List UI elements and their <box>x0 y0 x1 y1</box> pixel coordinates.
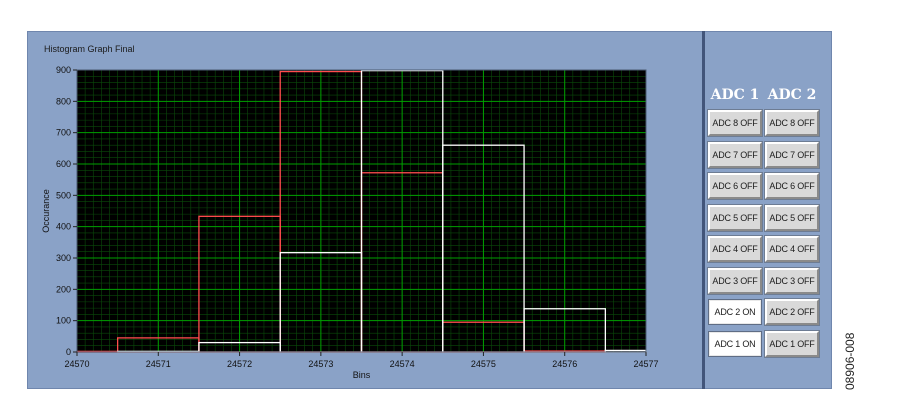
x-tick-label: 24571 <box>146 359 171 369</box>
y-tick-label: 300 <box>56 253 71 263</box>
adc2-toggle-5[interactable]: ADC 5 OFF <box>765 205 819 231</box>
y-tick-label: 200 <box>56 284 71 294</box>
y-tick-label: 900 <box>56 65 71 75</box>
x-tick-label: 24570 <box>64 359 89 369</box>
adc1-toggle-2[interactable]: ADC 2 ON <box>708 299 762 325</box>
x-tick-label: 24572 <box>227 359 252 369</box>
y-tick-label: 500 <box>56 190 71 200</box>
y-tick-label: 600 <box>56 159 71 169</box>
y-tick-label: 700 <box>56 128 71 138</box>
y-axis-label: Occurance <box>41 189 51 233</box>
adc1-header: ADC 1 <box>710 87 760 103</box>
x-tick-label: 24577 <box>633 359 658 369</box>
figure-code: 08906-008 <box>843 332 857 390</box>
adc2-toggle-8[interactable]: ADC 8 OFF <box>765 110 819 136</box>
x-tick-label: 24574 <box>390 359 415 369</box>
adc2-toggle-1[interactable]: ADC 1 OFF <box>765 331 819 357</box>
adc2-toggle-4[interactable]: ADC 4 OFF <box>765 236 819 262</box>
adc2-header: ADC 2 <box>767 87 817 103</box>
adc1-toggle-6[interactable]: ADC 6 OFF <box>708 173 762 199</box>
adc2-toggle-6[interactable]: ADC 6 OFF <box>765 173 819 199</box>
adc2-toggle-2[interactable]: ADC 2 OFF <box>765 299 819 325</box>
adc1-toggle-5[interactable]: ADC 5 OFF <box>708 205 762 231</box>
adc1-toggle-7[interactable]: ADC 7 OFF <box>708 142 762 168</box>
x-tick-label: 24575 <box>471 359 496 369</box>
y-tick-label: 400 <box>56 222 71 232</box>
adc1-toggle-4[interactable]: ADC 4 OFF <box>708 236 762 262</box>
x-tick-label: 24576 <box>552 359 577 369</box>
adc2-toggle-7[interactable]: ADC 7 OFF <box>765 142 819 168</box>
y-tick-label: 800 <box>56 96 71 106</box>
y-tick-label: 0 <box>66 347 71 357</box>
y-tick-label: 100 <box>56 316 71 326</box>
adc1-toggle-8[interactable]: ADC 8 OFF <box>708 110 762 136</box>
adc1-toggle-1[interactable]: ADC 1 ON <box>708 331 762 357</box>
adc2-toggle-3[interactable]: ADC 3 OFF <box>765 268 819 294</box>
x-axis-label: Bins <box>353 370 371 380</box>
x-tick-label: 24573 <box>308 359 333 369</box>
adc1-toggle-3[interactable]: ADC 3 OFF <box>708 268 762 294</box>
